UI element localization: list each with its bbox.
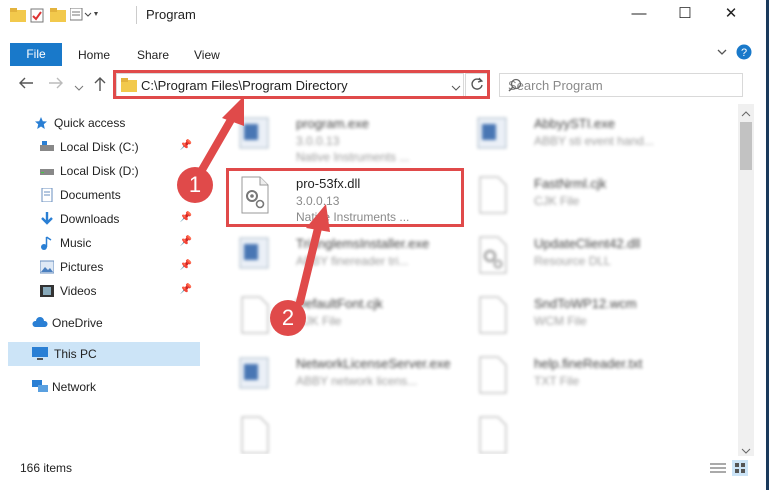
step-1-badge: 1 — [177, 167, 213, 203]
step-2-badge: 2 — [270, 300, 306, 336]
explorer-window: Program — ☐ ✕ File Home Share View ? C:\… — [0, 0, 766, 490]
annotation-arrows — [191, 96, 330, 306]
